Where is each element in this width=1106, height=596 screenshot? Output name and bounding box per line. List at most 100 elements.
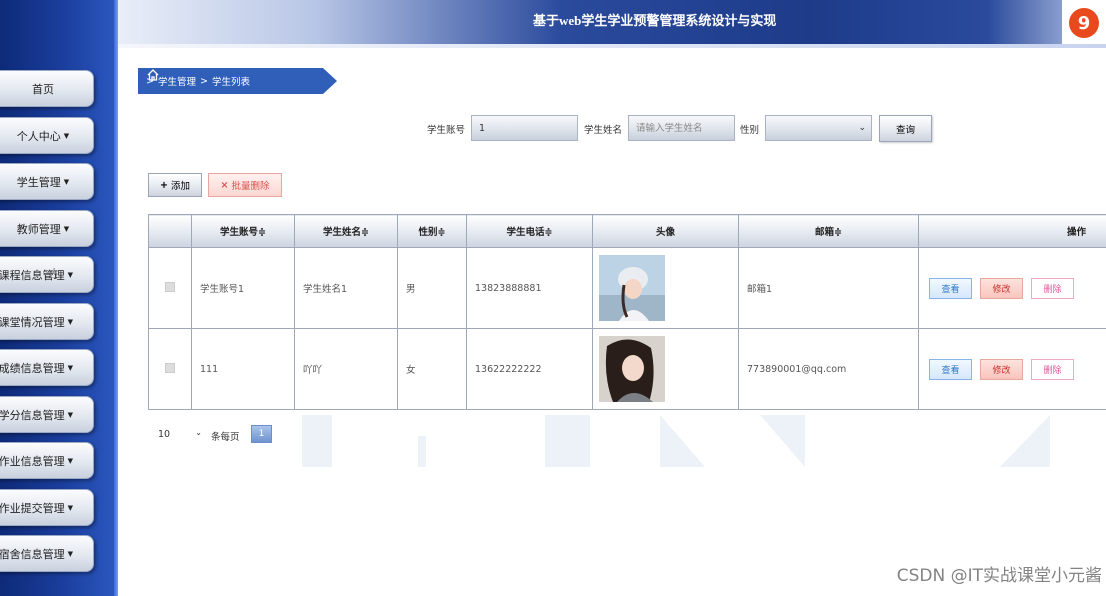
page-size-select[interactable]: 10 ⌄ xyxy=(148,424,204,444)
cell-email: 773890001@qq.com xyxy=(738,328,919,410)
name-input[interactable] xyxy=(628,115,735,141)
view-button[interactable]: 查看 xyxy=(929,358,972,380)
caret-down-icon: ▼ xyxy=(63,131,70,140)
cell-avatar xyxy=(592,328,739,410)
sidebar: 首页 个人中心 ▼ 学生管理 ▼ 教师管理 ▼ 课程信息管理 ▼ 课堂情况管理 ▼ 成绩信… xyxy=(0,0,118,596)
gender-select[interactable]: ⌄ xyxy=(765,115,872,141)
cell-name: 学生姓名1 xyxy=(294,247,398,329)
sidebar-item-label: 学分信息管理 xyxy=(0,408,65,422)
home-icon[interactable] xyxy=(146,68,160,82)
bg-decoration xyxy=(760,415,805,467)
row-checkbox-cell xyxy=(148,247,192,329)
sidebar-item-homework-submit[interactable]: 作业提交管理 ▼ xyxy=(0,489,94,526)
caret-down-icon: ▼ xyxy=(67,363,73,372)
per-page-label: 条每页 xyxy=(211,432,240,443)
cell-gender: 男 xyxy=(397,247,467,329)
sidebar-item-teacher-management[interactable]: 教师管理 ▼ xyxy=(0,210,94,247)
sidebar-item-label: 宿舍信息管理 xyxy=(0,547,65,561)
caret-down-icon: ▼ xyxy=(67,549,73,558)
edit-button[interactable]: 修改 xyxy=(980,277,1023,299)
cell-ops: 查看 修改 删除 xyxy=(918,247,1106,329)
select-all-header[interactable] xyxy=(148,214,192,248)
watermark-text: CSDN @IT实战课堂小元酱 xyxy=(896,566,1102,586)
header: 基于web学生学业预警管理系统设计与实现 9 xyxy=(118,0,1106,48)
cell-name: 吖吖 xyxy=(294,328,398,410)
cell-account: 学生账号1 xyxy=(191,247,295,329)
caret-down-icon: ▼ xyxy=(67,456,73,465)
cell-phone: 13823888881 xyxy=(466,247,593,329)
row-checkbox[interactable] xyxy=(165,362,175,373)
column-header-phone[interactable]: 学生电话≑ xyxy=(466,214,593,248)
caret-down-icon: ▼ xyxy=(67,270,73,279)
bg-decoration xyxy=(660,415,705,467)
table-row: 111 吖吖 女 13622222222 773890001@qq.com 查看… xyxy=(148,328,1106,410)
column-header-ops: 操作 xyxy=(918,214,1106,248)
gender-label: 性别 xyxy=(740,125,760,136)
sidebar-item-label: 成绩信息管理 xyxy=(0,361,65,375)
logo-icon: 9 xyxy=(1069,8,1099,38)
student-table: 学生账号≑ 学生姓名≑ 性别≑ 学生电话≑ 头像 邮箱≑ 操作 学生账号1 学生… xyxy=(148,214,1106,410)
bg-decoration xyxy=(302,415,332,467)
sidebar-item-home[interactable]: 首页 xyxy=(0,70,94,107)
caret-down-icon: ▼ xyxy=(63,177,70,186)
sidebar-item-grades[interactable]: 成绩信息管理 ▼ xyxy=(0,349,94,386)
avatar-image[interactable] xyxy=(599,336,665,402)
sort-icon: ≑ xyxy=(361,227,369,238)
page-button-current[interactable]: 1 xyxy=(251,425,272,443)
caret-down-icon: ▼ xyxy=(67,503,73,512)
caret-down-icon: ▼ xyxy=(67,317,73,326)
batch-delete-label: 批量删除 xyxy=(231,181,270,192)
sidebar-item-credits[interactable]: 学分信息管理 ▼ xyxy=(0,396,94,433)
batch-delete-button[interactable]: × 批量删除 xyxy=(208,173,282,197)
query-button[interactable]: 查询 xyxy=(879,115,932,142)
account-input[interactable] xyxy=(471,115,578,141)
cell-avatar xyxy=(592,247,739,329)
sidebar-item-label: 作业信息管理 xyxy=(0,454,65,468)
sidebar-item-student-management[interactable]: 学生管理 ▼ xyxy=(0,163,94,200)
avatar-image[interactable] xyxy=(599,255,665,321)
sidebar-item-label: 课堂情况管理 xyxy=(0,315,65,329)
row-checkbox[interactable] xyxy=(165,281,175,292)
column-header-gender[interactable]: 性别≑ xyxy=(397,214,467,248)
table-row: 学生账号1 学生姓名1 男 13823888881 邮箱1 查看 修改 删除 xyxy=(148,247,1106,329)
plus-icon: + xyxy=(160,179,168,191)
row-checkbox-cell xyxy=(148,328,192,410)
breadcrumb-separator: > xyxy=(199,75,208,87)
page-size-value: 10 xyxy=(158,428,171,440)
breadcrumb: > 学生管理 > 学生列表 xyxy=(138,68,338,94)
cell-phone: 13622222222 xyxy=(466,328,593,410)
sidebar-item-label: 首页 xyxy=(32,82,54,96)
delete-button[interactable]: 删除 xyxy=(1031,277,1074,299)
cell-ops: 查看 修改 删除 xyxy=(918,328,1106,410)
table-header-row: 学生账号≑ 学生姓名≑ 性别≑ 学生电话≑ 头像 邮箱≑ 操作 xyxy=(148,214,1106,248)
breadcrumb-item[interactable]: 学生管理 xyxy=(158,74,196,88)
column-header-name[interactable]: 学生姓名≑ xyxy=(294,214,398,248)
account-label: 学生账号 xyxy=(427,125,466,136)
bg-decoration xyxy=(1000,415,1050,467)
column-header-avatar: 头像 xyxy=(592,214,739,248)
site-title: 基于web学生学业预警管理系统设计与实现 xyxy=(533,13,777,28)
sidebar-item-personal-center[interactable]: 个人中心 ▼ xyxy=(0,117,94,154)
user-avatar[interactable]: 9 xyxy=(1062,0,1106,46)
cell-account: 111 xyxy=(191,328,295,410)
bg-decoration xyxy=(545,415,590,467)
delete-button[interactable]: 删除 xyxy=(1031,358,1074,380)
add-button[interactable]: + 添加 xyxy=(148,173,202,197)
sidebar-item-dormitory[interactable]: 宿舍信息管理 ▼ xyxy=(0,535,94,572)
column-header-account[interactable]: 学生账号≑ xyxy=(191,214,295,248)
sidebar-item-homework[interactable]: 作业信息管理 ▼ xyxy=(0,442,94,479)
times-icon: × xyxy=(220,179,229,191)
cell-gender: 女 xyxy=(397,328,467,410)
sort-icon: ≑ xyxy=(544,227,553,238)
sidebar-item-label: 作业提交管理 xyxy=(0,501,65,515)
sort-icon: ≑ xyxy=(437,227,446,238)
edit-button[interactable]: 修改 xyxy=(980,358,1023,380)
sidebar-item-classroom[interactable]: 课堂情况管理 ▼ xyxy=(0,303,94,340)
view-button[interactable]: 查看 xyxy=(929,277,972,299)
hand-cursor-icon: ☝ xyxy=(48,266,57,282)
sidebar-item-course-info[interactable]: 课程信息管理 ▼ xyxy=(0,256,94,293)
bg-decoration xyxy=(418,436,426,467)
sort-icon: ≑ xyxy=(258,227,266,238)
sidebar-item-label: 个人中心 xyxy=(16,129,61,143)
column-header-email[interactable]: 邮箱≑ xyxy=(738,214,919,248)
